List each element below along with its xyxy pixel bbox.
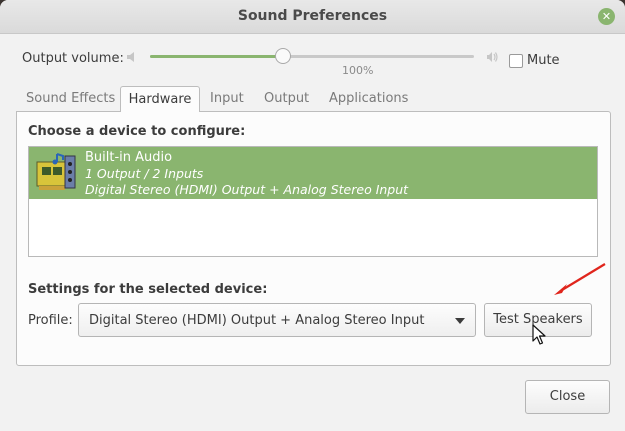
profile-value: Digital Stereo (HDMI) Output + Analog St… — [89, 313, 425, 328]
title-bar: Sound Preferences ✕ — [0, 0, 625, 34]
settings-title: Settings for the selected device: — [28, 282, 268, 297]
device-name: Built-in Audio — [85, 150, 173, 165]
tab-hardware[interactable]: Hardware — [120, 86, 200, 112]
device-item-built-in-audio[interactable]: Built-in Audio 1 Output / 2 Inputs Digit… — [29, 147, 597, 199]
profile-dropdown[interactable]: Digital Stereo (HDMI) Output + Analog St… — [78, 303, 476, 337]
output-volume-label: Output volume: — [22, 51, 124, 66]
tab-output[interactable]: Output — [264, 91, 309, 106]
mute-checkbox[interactable] — [509, 54, 523, 68]
output-volume-slider[interactable] — [150, 48, 474, 64]
tab-applications[interactable]: Applications — [329, 91, 408, 106]
choose-device-title: Choose a device to configure: — [28, 124, 246, 139]
tab-input[interactable]: Input — [210, 91, 244, 106]
volume-percent: 100% — [342, 64, 374, 77]
volume-slider-knob[interactable] — [274, 48, 291, 64]
tab-sound-effects[interactable]: Sound Effects — [26, 91, 115, 106]
device-io: 1 Output / 2 Inputs — [85, 166, 204, 181]
mouse-cursor-icon — [532, 324, 546, 345]
mute-label[interactable]: Mute — [527, 53, 560, 68]
profile-label: Profile: — [28, 313, 73, 328]
window-close-icon[interactable]: ✕ — [598, 8, 615, 25]
window-title: Sound Preferences — [237, 8, 388, 24]
volume-slider-fill — [150, 55, 283, 58]
speaker-low-icon — [127, 52, 134, 62]
annotation-arrow-icon — [554, 263, 606, 295]
close-button[interactable]: Close — [525, 380, 610, 414]
device-description: Digital Stereo (HDMI) Output + Analog St… — [85, 182, 409, 197]
speaker-high-icon — [487, 52, 498, 62]
sound-preferences-window: Sound Preferences ✕ Output volume: 100% … — [0, 0, 625, 431]
chevron-down-icon — [455, 318, 465, 324]
sound-card-icon — [36, 153, 76, 190]
device-list[interactable]: Built-in Audio 1 Output / 2 Inputs Digit… — [28, 146, 598, 257]
